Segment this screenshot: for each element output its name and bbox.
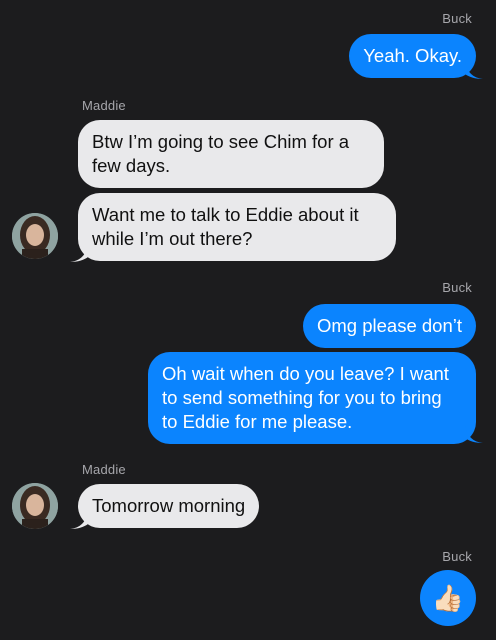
- bubble-tail: [70, 245, 88, 262]
- sender-label-buck: Buck: [442, 549, 472, 564]
- message-bubble-incoming[interactable]: Tomorrow morning: [78, 484, 260, 528]
- sender-label-buck: Buck: [442, 280, 472, 295]
- message-bubble-outgoing[interactable]: Omg please don’t: [302, 304, 476, 348]
- thumbs-up-message[interactable]: 👍🏻: [420, 570, 476, 626]
- message-bubble-outgoing[interactable]: Oh wait when do you leave? I want to sen…: [148, 352, 476, 444]
- avatar-photo-icon: [12, 213, 58, 259]
- sender-label-maddie: Maddie: [82, 462, 126, 477]
- avatar-photo-icon: [12, 483, 58, 529]
- message-bubble-incoming[interactable]: Want me to talk to Eddie about it while …: [78, 193, 396, 261]
- thumbs-up-icon: 👍🏻: [431, 582, 465, 613]
- bubble-tail: [70, 512, 88, 529]
- avatar[interactable]: [12, 213, 58, 259]
- avatar[interactable]: [12, 483, 58, 529]
- bubble-tail: [465, 62, 483, 79]
- bubble-tail: [465, 426, 483, 443]
- sender-label-maddie: Maddie: [82, 98, 126, 113]
- message-bubble-outgoing[interactable]: Yeah. Okay.: [349, 34, 476, 78]
- sender-label-buck: Buck: [442, 11, 472, 26]
- message-bubble-incoming[interactable]: Btw I’m going to see Chim for a few days…: [78, 120, 384, 188]
